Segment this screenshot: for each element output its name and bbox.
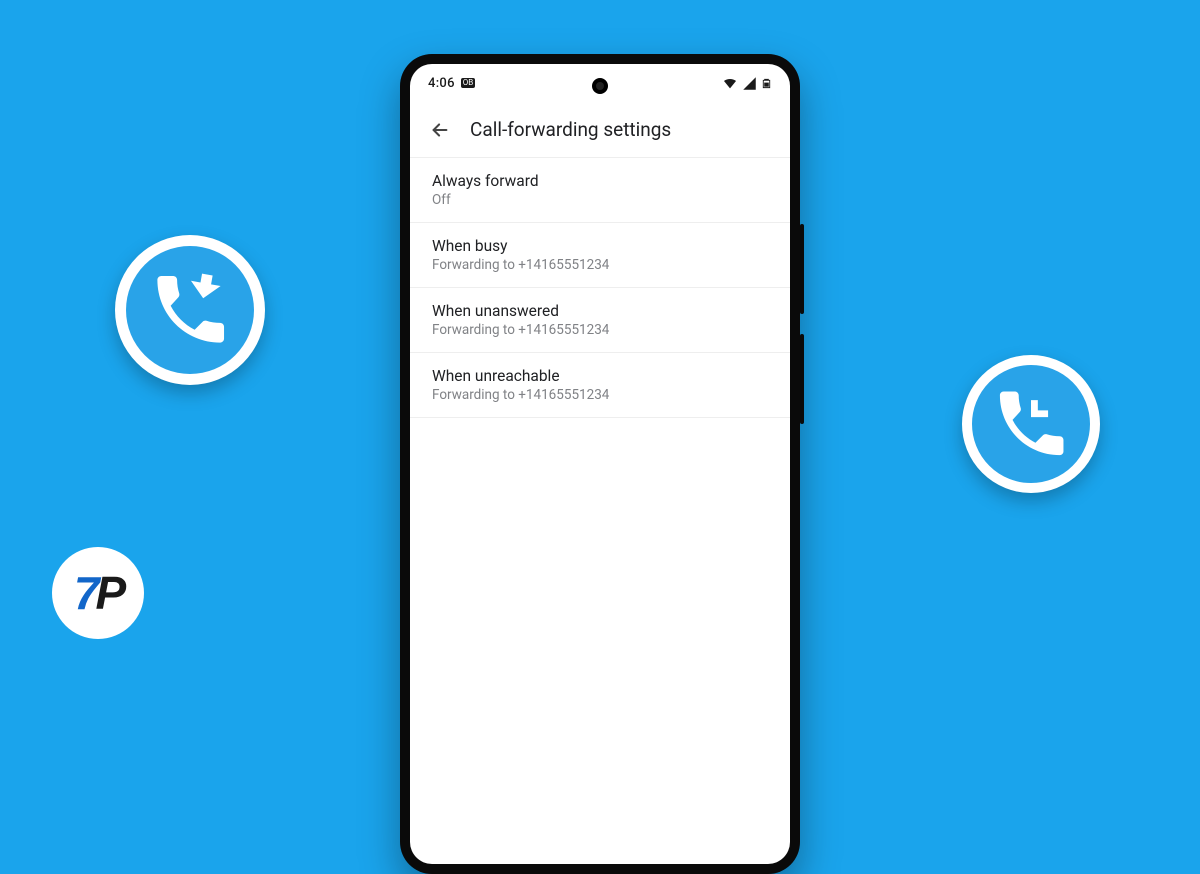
camera-punch-hole <box>592 78 608 94</box>
row-subtitle: Forwarding to +14165551234 <box>432 257 768 273</box>
back-button[interactable] <box>418 108 462 152</box>
logo-text-1: 7 <box>74 566 96 620</box>
row-title: Always forward <box>432 172 768 190</box>
status-time: 4:06 <box>428 76 455 91</box>
row-when-unanswered[interactable]: When unanswered Forwarding to +141655512… <box>410 288 790 353</box>
logo-text-2: P <box>95 566 122 620</box>
row-title: When unanswered <box>432 302 768 320</box>
row-always-forward[interactable]: Always forward Off <box>410 158 790 223</box>
row-subtitle: Forwarding to +14165551234 <box>432 387 768 403</box>
page-title: Call-forwarding settings <box>470 118 671 141</box>
row-subtitle: Off <box>432 192 768 208</box>
wifi-icon <box>722 75 738 91</box>
phone-frame: 4:06 OB Call-forwarding settings Always … <box>400 54 800 874</box>
row-when-busy[interactable]: When busy Forwarding to +14165551234 <box>410 223 790 288</box>
status-badge: OB <box>461 78 476 88</box>
row-subtitle: Forwarding to +14165551234 <box>432 322 768 338</box>
phone-screen: 4:06 OB Call-forwarding settings Always … <box>410 64 790 864</box>
arrow-back-icon <box>429 119 451 141</box>
signal-icon <box>742 76 757 91</box>
row-title: When busy <box>432 237 768 255</box>
battery-icon <box>761 75 772 92</box>
call-forward-icon <box>115 235 265 385</box>
call-forward-icon-inner <box>126 246 254 374</box>
incoming-call-icon <box>962 355 1100 493</box>
row-title: When unreachable <box>432 367 768 385</box>
row-when-unreachable[interactable]: When unreachable Forwarding to +14165551… <box>410 353 790 418</box>
settings-list: Always forward Off When busy Forwarding … <box>410 158 790 418</box>
brand-logo: 7P <box>52 547 144 639</box>
screen-header: Call-forwarding settings <box>410 102 790 158</box>
